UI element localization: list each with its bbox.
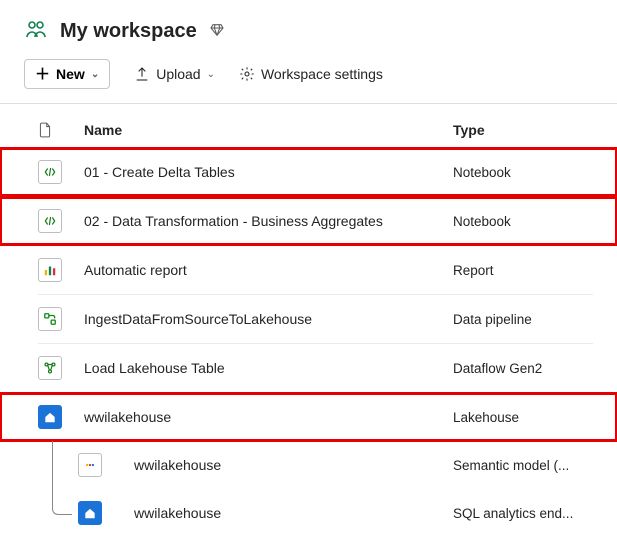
item-name: 01 - Create Delta Tables [84, 164, 453, 180]
table-row[interactable]: 01 - Create Delta TablesNotebook [0, 148, 617, 196]
item-type: Semantic model (... [453, 458, 593, 473]
settings-label: Workspace settings [261, 66, 383, 82]
column-type-header[interactable]: Type [453, 122, 593, 138]
table-row[interactable]: 02 - Data Transformation - Business Aggr… [0, 197, 617, 245]
chevron-down-icon: ⌄ [91, 69, 99, 80]
gear-icon [239, 66, 255, 82]
plus-icon: ＋ [35, 67, 50, 82]
table-row[interactable]: wwilakehouseSemantic model (... [0, 441, 617, 489]
upload-label: Upload [156, 66, 200, 82]
semantic-icon [78, 453, 134, 477]
item-type: Report [453, 263, 593, 278]
toolbar: ＋ New ⌄ Upload ⌄ Workspace settings [0, 55, 617, 104]
item-type: Notebook [453, 214, 593, 229]
upload-icon [134, 66, 150, 82]
notebook-icon [38, 160, 84, 184]
workspace-settings-button[interactable]: Workspace settings [239, 66, 383, 82]
workspace-icon [24, 18, 48, 45]
upload-button[interactable]: Upload ⌄ [134, 66, 215, 82]
workspace-header: My workspace [0, 0, 617, 55]
item-type: Data pipeline [453, 312, 593, 327]
chevron-down-icon: ⌄ [207, 69, 215, 80]
item-name: Load Lakehouse Table [84, 360, 453, 376]
item-name: wwilakehouse [134, 457, 453, 473]
pipeline-icon [38, 307, 84, 331]
item-type: Dataflow Gen2 [453, 361, 593, 376]
item-name: wwilakehouse [84, 409, 453, 425]
child-item-group: wwilakehouseSemantic model (...wwilakeho… [0, 441, 617, 537]
table-row[interactable]: IngestDataFromSourceToLakehouseData pipe… [0, 295, 617, 343]
table-header: Name Type [0, 104, 617, 148]
column-name-header[interactable]: Name [84, 122, 453, 138]
file-icon [38, 122, 52, 138]
item-type: SQL analytics end... [453, 506, 593, 521]
diamond-icon [209, 22, 225, 41]
notebook-icon [38, 209, 84, 233]
new-button[interactable]: ＋ New ⌄ [24, 59, 110, 89]
lakehouse-icon [38, 405, 84, 429]
report-icon [38, 258, 84, 282]
dataflow-icon [38, 356, 84, 380]
page-title: My workspace [60, 20, 197, 43]
table-row[interactable]: wwilakehouseSQL analytics end... [0, 489, 617, 537]
item-name: Automatic report [84, 262, 453, 278]
new-button-label: New [56, 66, 85, 82]
sql-icon [78, 501, 134, 525]
item-type: Lakehouse [453, 410, 593, 425]
item-name: 02 - Data Transformation - Business Aggr… [84, 213, 453, 229]
tree-connector [52, 441, 72, 515]
table-row[interactable]: wwilakehouseLakehouse [0, 393, 617, 441]
table-row[interactable]: Load Lakehouse TableDataflow Gen2 [0, 344, 617, 392]
item-name: IngestDataFromSourceToLakehouse [84, 311, 453, 327]
item-list: 01 - Create Delta TablesNotebook02 - Dat… [0, 148, 617, 441]
column-icon [38, 122, 84, 138]
item-type: Notebook [453, 165, 593, 180]
item-name: wwilakehouse [134, 505, 453, 521]
table-row[interactable]: Automatic reportReport [0, 246, 617, 294]
